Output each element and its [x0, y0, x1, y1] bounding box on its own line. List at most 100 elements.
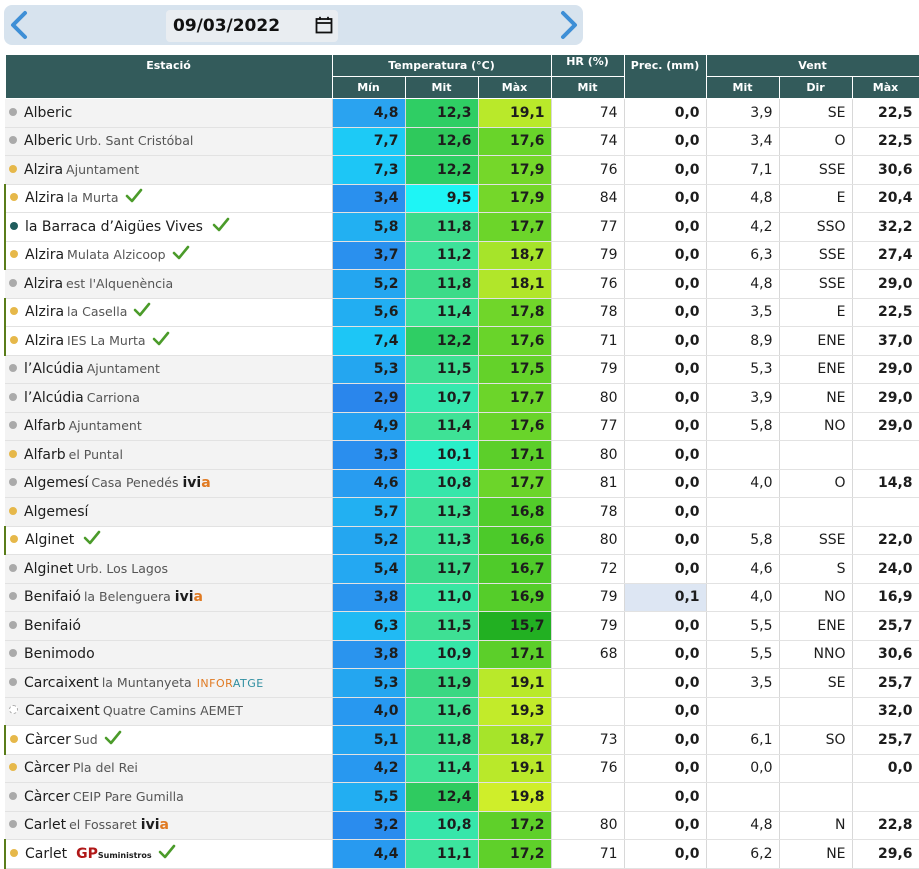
- station-name[interactable]: l’Alcúdia: [24, 361, 84, 377]
- table-row[interactable]: Alginet Urb. Los Lagos 5,4 11,7 16,7 72 0,0 4,6…: [5, 554, 919, 584]
- station-name[interactable]: Càrcer: [24, 789, 70, 805]
- header-wind-mit[interactable]: Mit: [705, 76, 780, 99]
- station-name[interactable]: Carcaixent: [24, 675, 99, 691]
- table-row[interactable]: Alginet 5,2 11,3 16,6 80 0,0 5,8 SSE 22,0: [4, 526, 919, 555]
- table-row[interactable]: Alzira est l'Alquenència 5,2 11,8 18,1 76 0,0 4…: [5, 269, 919, 299]
- table-row[interactable]: Alzira Ajuntament 7,3 12,2 17,9 76 0,0 7,1 SSE 30…: [5, 155, 919, 185]
- station-cell[interactable]: Alzira Mulata Alzicoop: [4, 241, 333, 270]
- table-row[interactable]: Algemesí Casa Penedés ivia 4,6 10,8 17,7 81 0,0…: [5, 469, 919, 498]
- temp-mit: 10,9: [405, 640, 479, 669]
- table-row[interactable]: Càrcer Sud 5,1 11,8 18,7 73 0,0 6,1 SO 25,7: [4, 725, 919, 755]
- header-tmin[interactable]: Mín: [331, 76, 406, 99]
- station-cell[interactable]: Càrcer Pla del Rei: [5, 754, 333, 783]
- station-cell[interactable]: Càrcer CEIP Pare Gumilla: [5, 782, 333, 812]
- table-row[interactable]: Alzira Mulata Alzicoop 3,7 11,2 18,7 79 0,0 6,3…: [4, 241, 919, 270]
- station-name[interactable]: Benimodo: [24, 646, 95, 662]
- station-cell[interactable]: Alzira la Casella: [4, 298, 333, 327]
- table-row[interactable]: Carcaixent la Muntanyeta INFORATGE 5,3 11,9 1…: [5, 668, 919, 698]
- station-cell[interactable]: Alberic Urb. Sant Cristóbal: [5, 127, 333, 156]
- table-row[interactable]: Carcaixent Quatre Camins AEMET 4,0 11,6 19,3…: [5, 697, 919, 726]
- station-name[interactable]: Carlet: [24, 817, 66, 833]
- next-day-arrow-icon[interactable]: [556, 9, 582, 41]
- station-name[interactable]: Carlet: [25, 846, 67, 862]
- table-row[interactable]: l’Alcúdia Carriona 2,9 10,7 17,7 80 0,0 3,9 NE 29…: [5, 383, 919, 413]
- station-name[interactable]: Alfarb: [24, 447, 66, 463]
- station-cell[interactable]: l’Alcúdia Ajuntament: [5, 355, 333, 384]
- station-name[interactable]: Alzira: [25, 190, 64, 206]
- station-cell[interactable]: Benifaió: [5, 611, 333, 641]
- header-wind-dir[interactable]: Dir: [778, 76, 853, 99]
- wind-dir: SE: [779, 668, 853, 698]
- station-status-dot: [9, 392, 17, 401]
- table-row[interactable]: Càrcer CEIP Pare Gumilla 5,5 12,4 19,8 0,0: [5, 782, 919, 812]
- station-name[interactable]: Càrcer: [24, 760, 70, 776]
- station-name[interactable]: Alginet: [25, 532, 74, 548]
- table-row[interactable]: Carlet el Fossaret ivia 3,2 10,8 17,2 80 0,0 4,8…: [5, 811, 919, 840]
- station-cell[interactable]: Algemesí: [5, 497, 333, 527]
- station-name[interactable]: Alzira: [24, 276, 63, 292]
- header-tmax[interactable]: Màx: [477, 76, 552, 99]
- station-name[interactable]: Algemesí: [24, 475, 88, 491]
- temp-min: 5,2: [332, 526, 406, 555]
- station-cell[interactable]: Alzira la Murta: [4, 184, 333, 213]
- table-row[interactable]: Alzira la Casella 5,6 11,4 17,8 78 0,0 3,5 E 22,5: [4, 298, 919, 327]
- table-row[interactable]: l’Alcúdia Ajuntament 5,3 11,5 17,5 79 0,0 5,3 EN…: [5, 355, 919, 384]
- station-cell[interactable]: Algemesí Casa Penedés ivia: [5, 469, 333, 498]
- table-row[interactable]: Benifaió la Belenguera ivia 3,8 11,0 16,9 79 0,…: [5, 583, 919, 612]
- station-cell[interactable]: Benifaió la Belenguera ivia: [5, 583, 333, 612]
- table-row[interactable]: Alberic 4,8 12,3 19,1 74 0,0 3,9 SE 22,5: [5, 98, 919, 128]
- header-station[interactable]: Estació: [4, 54, 333, 99]
- station-cell[interactable]: Alzira est l'Alquenència: [5, 269, 333, 299]
- calendar-icon[interactable]: [315, 16, 333, 34]
- table-row[interactable]: Càrcer Pla del Rei 4,2 11,4 19,1 76 0,0 0,0 0,0: [5, 754, 919, 783]
- station-cell[interactable]: Carcaixent la Muntanyeta INFORATGE: [5, 668, 333, 698]
- station-name[interactable]: Alzira: [25, 304, 64, 320]
- station-name[interactable]: Benifaió: [24, 589, 81, 605]
- station-cell[interactable]: Benimodo: [5, 640, 333, 669]
- station-cell[interactable]: la Barraca d’Aigües Vives: [4, 212, 333, 242]
- station-name[interactable]: Carcaixent: [25, 703, 100, 719]
- table-row[interactable]: Alberic Urb. Sant Cristóbal 7,7 12,6 17,6 74 0…: [5, 127, 919, 156]
- station-cell[interactable]: Alginet: [4, 526, 333, 555]
- station-name[interactable]: l’Alcúdia: [24, 390, 84, 406]
- table-row[interactable]: Alzira la Murta 3,4 9,5 17,9 84 0,0 4,8 E 20,4: [4, 184, 919, 213]
- station-name[interactable]: Alzira: [25, 333, 64, 349]
- station-name[interactable]: Alzira: [25, 247, 64, 263]
- station-name[interactable]: Algemesí: [24, 504, 88, 520]
- table-row[interactable]: Alzira IES La Murta 7,4 12,2 17,6 71 0,0 8,9 ENE…: [4, 326, 919, 356]
- station-name[interactable]: Alginet: [24, 561, 73, 577]
- station-name[interactable]: Alberic: [24, 133, 72, 149]
- header-tmit[interactable]: Mit: [404, 76, 479, 99]
- station-name[interactable]: Càrcer: [25, 732, 71, 748]
- station-cell[interactable]: l’Alcúdia Carriona: [5, 383, 333, 413]
- station-cell[interactable]: Alberic: [5, 98, 333, 128]
- station-name[interactable]: Alfarb: [24, 418, 66, 434]
- station-cell[interactable]: Càrcer Sud: [4, 725, 333, 755]
- station-cell[interactable]: Carcaixent Quatre Camins AEMET: [5, 697, 333, 726]
- temp-max: 16,6: [478, 526, 552, 555]
- station-name[interactable]: Alzira: [24, 162, 63, 178]
- header-hr-mit[interactable]: Mit: [550, 76, 625, 99]
- station-cell[interactable]: Carlet GPSuministros: [4, 839, 333, 869]
- previous-day-arrow-icon[interactable]: [6, 9, 32, 41]
- table-row[interactable]: Algemesí 5,7 11,3 16,8 78 0,0: [5, 497, 919, 527]
- date-input[interactable]: 09/03/2022: [166, 10, 338, 42]
- humidity-mit: 80: [551, 526, 625, 555]
- table-row[interactable]: Benifaió 6,3 11,5 15,7 79 0,0 5,5 ENE 25,7: [5, 611, 919, 641]
- station-name[interactable]: Alberic: [24, 105, 72, 121]
- station-cell[interactable]: Carlet el Fossaret ivia: [5, 811, 333, 840]
- station-cell[interactable]: Alzira Ajuntament: [5, 155, 333, 185]
- station-cell[interactable]: Alfarb Ajuntament: [5, 412, 333, 441]
- station-cell[interactable]: Alzira IES La Murta: [4, 326, 333, 356]
- station-name[interactable]: Benifaió: [24, 618, 81, 634]
- table-row[interactable]: Alfarb Ajuntament 4,9 11,4 17,6 77 0,0 5,8 NO 29,…: [5, 412, 919, 441]
- station-cell[interactable]: Alginet Urb. Los Lagos: [5, 554, 333, 584]
- table-row[interactable]: Alfarb el Puntal 3,3 10,1 17,1 80 0,0: [5, 440, 919, 470]
- table-row[interactable]: la Barraca d’Aigües Vives 5,8 11,8 17,7 77 0,…: [4, 212, 919, 242]
- station-name[interactable]: la Barraca d’Aigües Vives: [25, 219, 203, 235]
- header-wind-max[interactable]: Màx: [851, 76, 919, 99]
- station-cell[interactable]: Alfarb el Puntal: [5, 440, 333, 470]
- table-row[interactable]: Benimodo 3,8 10,9 17,1 68 0,0 5,5 NNO 30,6: [5, 640, 919, 669]
- wind-dir: S: [779, 554, 853, 584]
- table-row[interactable]: Carlet GPSuministros 4,4 11,1 17,2 71 0,0 6,2 NE…: [4, 839, 919, 869]
